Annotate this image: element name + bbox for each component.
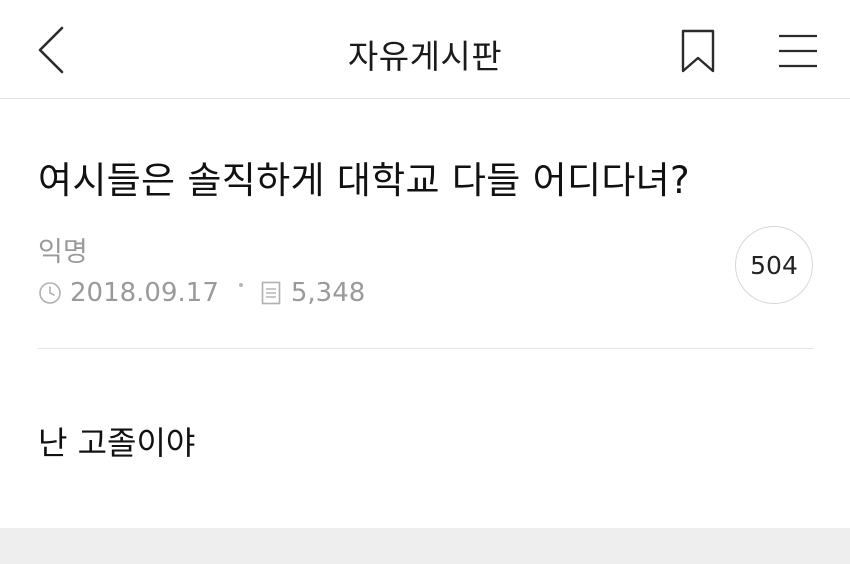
view-count: 5,348 — [290, 278, 366, 308]
post-view-screen: 자유게시판 여시들은 솔직하게 대학교 다들 어디다녀? 익명 2018.09.… — [0, 0, 850, 564]
post-meta: 2018.09.17 5,348 — [38, 278, 365, 308]
top-app-bar: 자유게시판 — [0, 0, 850, 99]
bottom-section-band — [0, 528, 850, 564]
bookmark-icon — [681, 29, 715, 73]
clock-icon — [38, 281, 62, 305]
chevron-left-icon — [38, 26, 64, 74]
back-button[interactable] — [26, 22, 76, 78]
menu-button[interactable] — [770, 26, 826, 76]
post-author: 익명 — [38, 237, 88, 268]
board-title: 자유게시판 — [347, 37, 503, 76]
view-count-icon — [261, 281, 281, 305]
bookmark-button[interactable] — [675, 26, 721, 76]
post-date: 2018.09.17 — [70, 278, 219, 308]
post-title: 여시들은 솔직하게 대학교 다들 어디다녀? — [38, 159, 690, 202]
header-divider — [38, 348, 814, 349]
meta-separator — [238, 283, 243, 287]
hamburger-menu-icon — [779, 34, 817, 68]
post-body: 난 고졸이야 — [38, 424, 196, 462]
comment-count-button[interactable]: 504 — [735, 226, 813, 304]
